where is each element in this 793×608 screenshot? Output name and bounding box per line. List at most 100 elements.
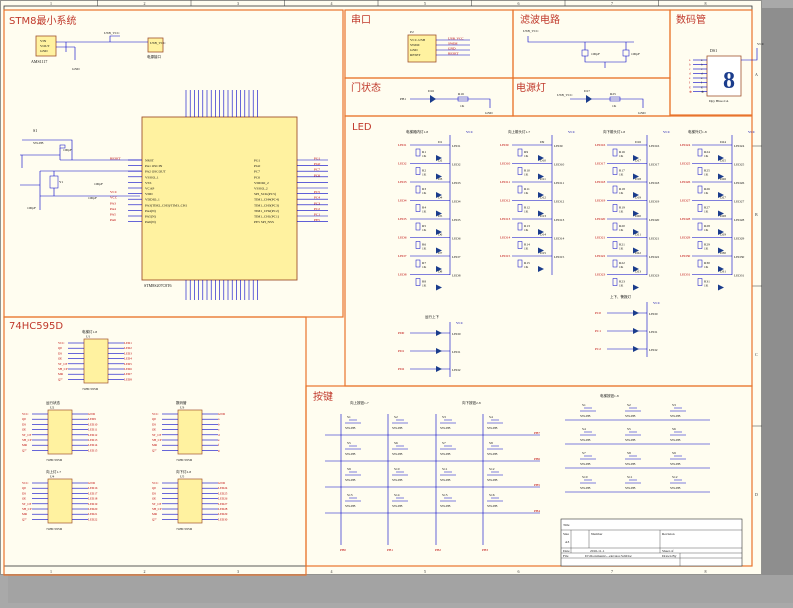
chip-right-net-7: PC4 [314, 196, 320, 200]
ruler-col-bottom-2: 2 [144, 569, 146, 574]
chip-right-net-1: PG0 [314, 162, 320, 166]
led-net-12: LED12 [500, 199, 511, 203]
led-tag-21: LED21 [649, 237, 660, 241]
led-res-val-19: 1K [619, 210, 624, 214]
hc-4-out-1: LED24 [218, 486, 228, 490]
hc-3-left-1: Q0 [22, 486, 26, 490]
led-tag-17: LED17 [649, 163, 660, 167]
hc-2-left-7: Q7' [152, 448, 157, 452]
key-col-net-PB0: PB0 [340, 548, 346, 552]
key-type-10: SW-PB [392, 478, 403, 482]
led-tag-14: LED14 [554, 237, 565, 241]
led-tag-31: LED31 [734, 274, 745, 278]
led-res-val-25: 1K [704, 173, 709, 177]
tb-size: A3 [565, 540, 570, 544]
cap-3: 100pF [94, 182, 103, 186]
led-tag-5: LED5 [452, 218, 461, 222]
power-led-label: D17 [584, 89, 590, 93]
key-type-8: SW-PB [487, 452, 498, 456]
chip-right-pin-0: PG1 [254, 159, 260, 163]
hc595-chip-2[interactable] [177, 409, 203, 455]
schematic-window: 1 1 2 2 3 3 4 4 5 5 6 6 7 7 8 8 A B C D STM8最小系统 串口 滤波电路 数… [0, 0, 793, 603]
hc-1-out-2: LED10 [88, 422, 98, 426]
chip-left-pin-6: VDD [145, 192, 153, 196]
key2-label-0-2: S3 [672, 403, 676, 407]
led-res-val-17: 1K [619, 173, 624, 177]
chip-right-pin-3: PC6 [254, 175, 260, 179]
hc-0-out-6: LED7 [124, 372, 132, 376]
hc-3-left-4: ST_CP [22, 502, 31, 506]
key2-label-2-2: S9 [672, 451, 676, 455]
led-net-24: LED24 [680, 143, 691, 147]
chip-right-net-11: PE5 [314, 218, 320, 222]
uart-net-0: USB_VCC [448, 37, 464, 41]
hc-2-left-1: Q0 [152, 417, 156, 421]
key2-type-0-1: SW-PB [625, 414, 636, 418]
hc-title-4: 向下灯2-8 [176, 469, 191, 474]
key-row-net-0: PB7 [534, 431, 540, 435]
hc-0-left-4: ST_CP [58, 362, 67, 366]
led-diode-label-6: D6 [438, 233, 443, 237]
led-diode-label-24: D24 [720, 140, 726, 144]
led-net-4: LED4 [398, 199, 407, 203]
chip-right-pin-9: TIM1_CH2(PC2) [254, 209, 280, 213]
chip-left-pin-2: PA2 OSCOUT [145, 170, 167, 174]
led-tag-6: LED6 [452, 237, 461, 241]
led-net-23: LED23 [595, 273, 606, 277]
stm8-chip-name: STM8S207C8T6 [144, 283, 172, 288]
led-res-val-26: 1K [704, 191, 709, 195]
hc595-chip-4[interactable] [177, 478, 203, 524]
title-block: Title Size A3 Number Revision Date 2016-… [560, 518, 743, 567]
hc-type-3: 74HC595D [46, 527, 63, 531]
led-extra-net-0-0: PD0 [398, 331, 404, 335]
key2-type-3-2: SW-PB [670, 486, 681, 490]
led-tag-30: LED30 [734, 255, 745, 259]
key2-type-1-0: SW-PB [580, 438, 591, 442]
led-res-val-8: 1K [422, 284, 427, 288]
ruler-row-C: C [755, 352, 758, 357]
tb-size-label: Size [563, 532, 569, 536]
chip-left-pin-10: PA5(N) [145, 215, 157, 219]
hc595-chip-0[interactable] [83, 338, 109, 384]
hc595-chip-1[interactable] [47, 409, 73, 455]
chip-left-pin-0: NRST [145, 159, 155, 163]
led-diode-label-14: D14 [540, 233, 546, 237]
led-res-val-3: 1K [422, 191, 427, 195]
chip-right-net-2: PC7 [314, 168, 320, 172]
chip-left-net-9: PA4 [110, 207, 116, 211]
hc-4-out-0: GND [218, 481, 226, 485]
hc-1-left-2: DS [22, 422, 26, 426]
chip-right-net-0: PG1 [314, 157, 320, 161]
sheet-paper [0, 0, 762, 575]
title-filter: 滤波电路 [520, 13, 560, 26]
hc595-chip-3[interactable] [47, 478, 73, 524]
ruler-col-5: 5 [424, 1, 426, 6]
led-diode-label-15: D15 [540, 251, 546, 255]
key-row-net-2: PB5 [534, 483, 540, 487]
key-label-5: S5 [347, 441, 351, 445]
led-res-val-29: 1K [704, 247, 709, 251]
led-diode-label-21: D21 [635, 233, 641, 237]
key-type-11: SW-PB [440, 478, 451, 482]
hc-3-out-5: LED20 [88, 507, 98, 511]
led-diode-label-26: D26 [720, 177, 726, 181]
led-extra-title-0: 运行上下 [425, 314, 439, 319]
led-res-val-6: 1K [422, 247, 427, 251]
hc-1-left-6: MR [22, 443, 28, 447]
hc-0-left-2: DS [58, 351, 62, 355]
seg-digit: 8 [723, 68, 735, 94]
led-extra-tag-1-0: LED0 [649, 312, 658, 316]
hc-4-left-1: Q0 [152, 486, 156, 490]
led-net-25: LED25 [680, 162, 691, 166]
schematic-canvas[interactable]: 1 1 2 2 3 3 4 4 5 5 6 6 7 7 8 8 A B C D STM8最小系统 串口 滤波电路 数… [0, 0, 793, 603]
hc-1-left-4: ST_CP [22, 433, 31, 437]
led-res-val-4: 1K [422, 210, 427, 214]
ruler-col-bottom-3: 3 [237, 569, 239, 574]
led-diode-label-10: D10 [540, 159, 546, 163]
key-group-title-1: 向下按钮2-8 [462, 400, 481, 405]
hc-4-left-0: VCC [152, 481, 159, 485]
hc-4-left-2: DS [152, 491, 156, 495]
chip-right-pin-10: TIM1_CH1(PC1) [254, 215, 280, 219]
uart-part: P2 [410, 30, 414, 34]
led-extra-tag-1-2: LED2 [649, 348, 658, 352]
